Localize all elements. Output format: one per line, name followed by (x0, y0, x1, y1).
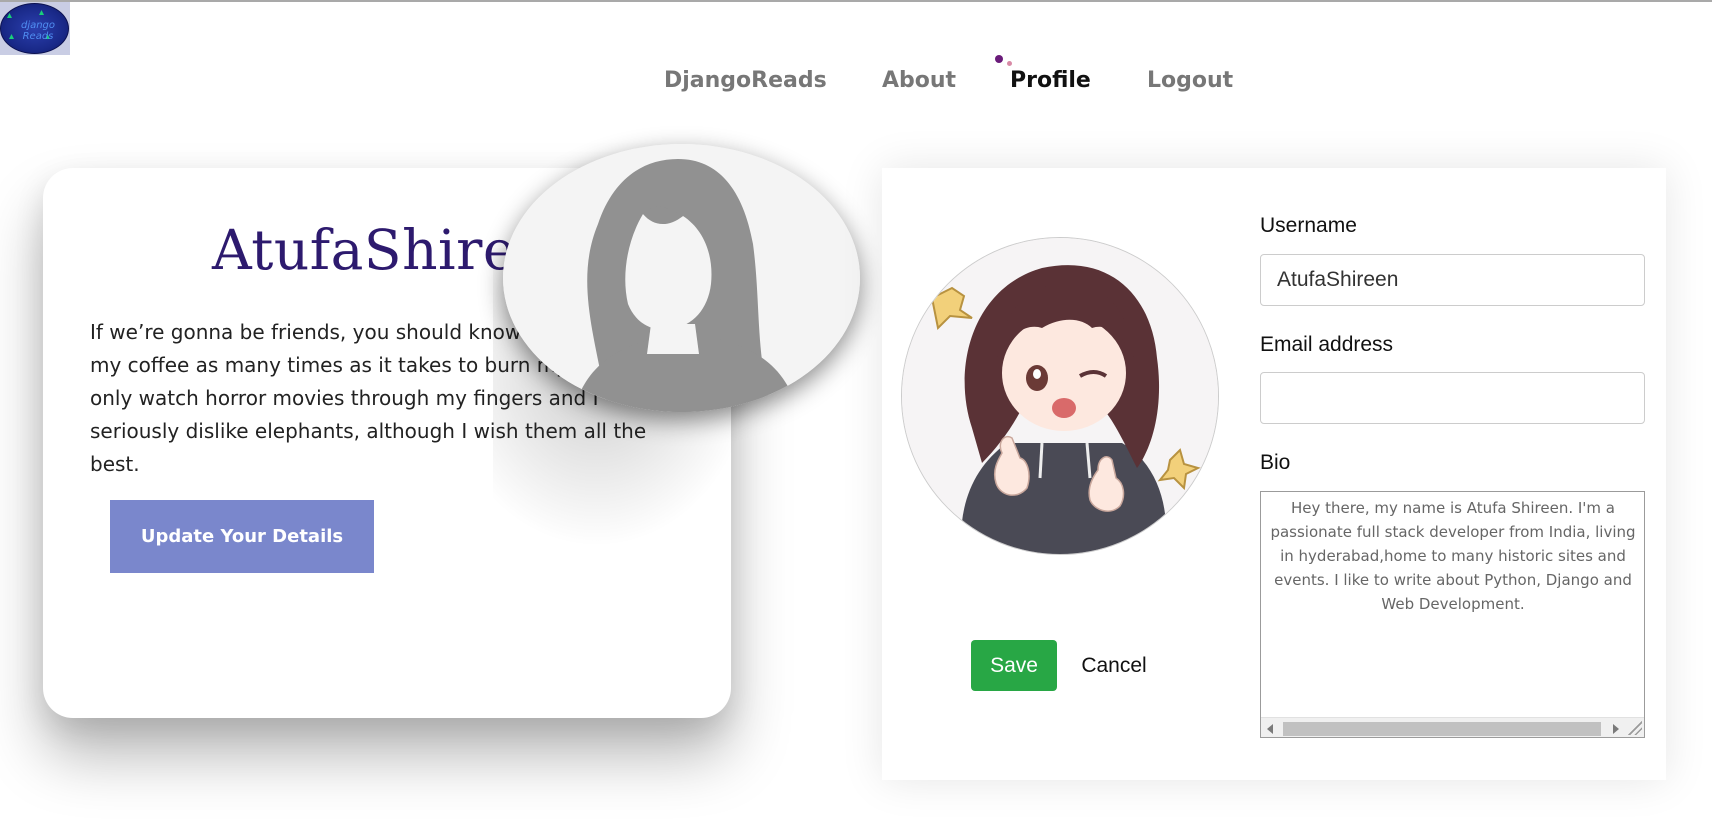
logo-dot (39, 10, 44, 15)
logo-text: django Reads (20, 20, 56, 42)
update-details-button[interactable]: Update Your Details (110, 500, 374, 573)
resize-handle-icon[interactable] (1628, 721, 1642, 735)
site-logo[interactable]: django Reads (0, 2, 70, 55)
nav-item-about[interactable]: About (882, 68, 956, 93)
active-indicator-dot (995, 55, 1003, 63)
nav-item-djangoreads[interactable]: DjangoReads (664, 68, 827, 93)
main-nav: DjangoReads About Profile Logout (0, 68, 1712, 104)
horizontal-scrollbar[interactable] (1261, 717, 1644, 737)
scroll-right-arrow-icon[interactable] (1613, 724, 1619, 734)
scroll-left-arrow-icon[interactable] (1267, 724, 1273, 734)
email-label: Email address (1260, 333, 1394, 356)
logo-badge: django Reads (0, 3, 69, 54)
scrollbar-thumb[interactable] (1283, 722, 1601, 736)
username-label: Username (1260, 214, 1357, 237)
email-input[interactable] (1260, 372, 1645, 424)
active-indicator-dot (1007, 61, 1012, 66)
logo-dot (7, 13, 12, 18)
username-input[interactable] (1260, 254, 1645, 306)
bio-textarea-text: Hey there, my name is Atufa Shireen. I'm… (1270, 499, 1636, 613)
cancel-button[interactable]: Cancel (1072, 640, 1156, 691)
bio-label: Bio (1260, 451, 1291, 474)
bio-textarea[interactable]: Hey there, my name is Atufa Shireen. I'm… (1260, 491, 1645, 738)
default-avatar-silhouette-icon (503, 144, 860, 412)
save-button[interactable]: Save (971, 640, 1057, 691)
top-border (0, 0, 1712, 2)
nav-item-profile[interactable]: Profile (1010, 68, 1091, 93)
nav-item-logout[interactable]: Logout (1147, 68, 1233, 93)
profile-picture[interactable] (901, 237, 1219, 555)
